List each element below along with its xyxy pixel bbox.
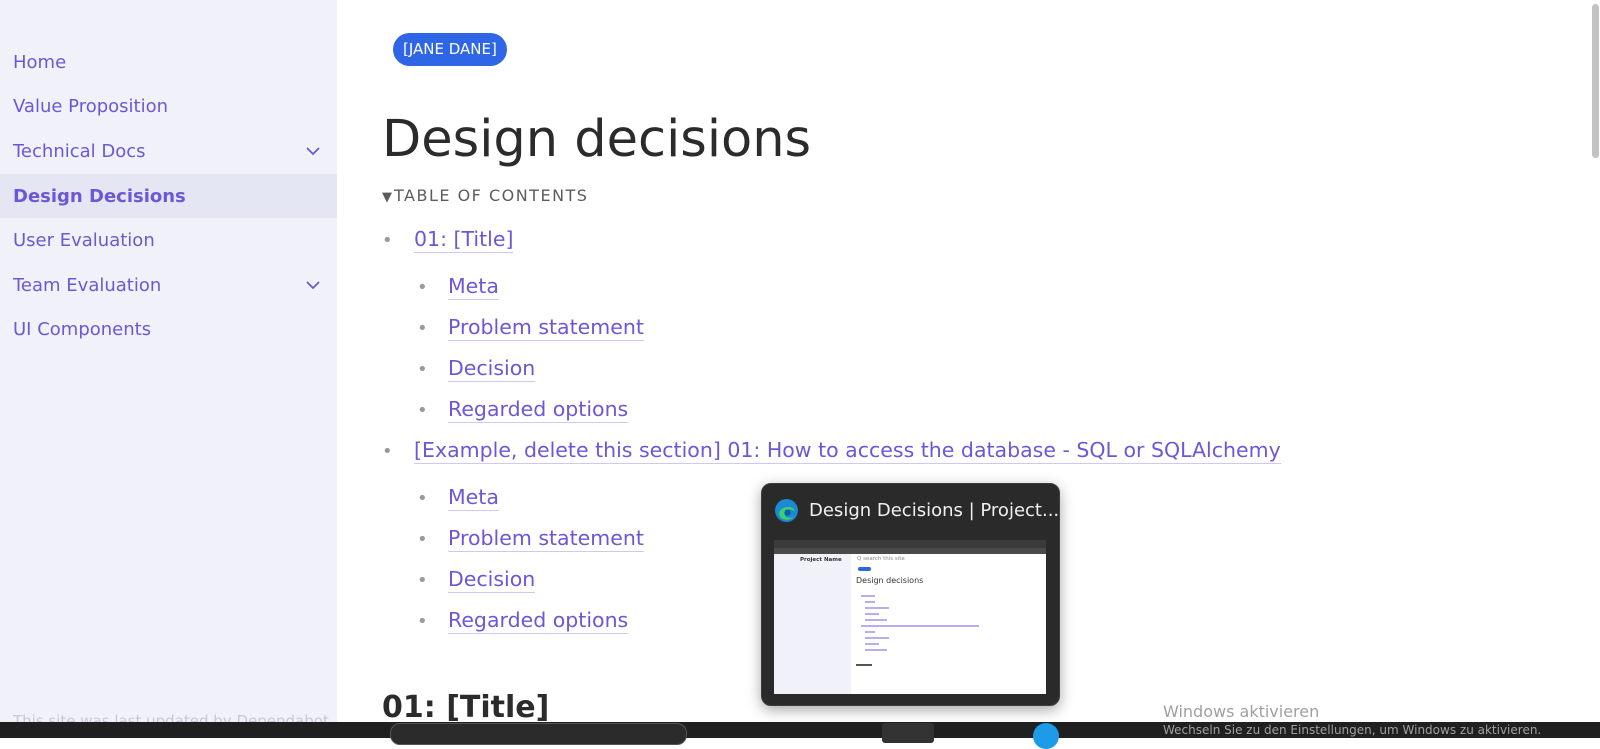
thumb-sidebar-title: Project Name <box>800 557 842 563</box>
toc-link[interactable]: Regarded options <box>448 608 629 634</box>
sidebar-item-technical-docs[interactable]: Technical Docs <box>0 129 337 174</box>
sidebar-item-team-evaluation[interactable]: Team Evaluation <box>0 263 337 308</box>
sidebar-nav: Home Value Proposition Technical Docs De… <box>0 40 337 352</box>
sidebar-item-home[interactable]: Home <box>0 40 337 85</box>
toc-link[interactable]: Meta <box>448 485 499 511</box>
thumb-line <box>865 601 875 603</box>
thumb-line <box>865 607 889 609</box>
bullet-icon: • <box>417 276 428 298</box>
chevron-down-icon[interactable] <box>305 143 321 159</box>
windows-activation-message: Wechseln Sie zu den Einstellungen, um Wi… <box>1163 723 1542 737</box>
thumb-line <box>865 619 887 621</box>
toc-link[interactable]: [Example, delete this section] 01: How t… <box>414 438 1281 464</box>
thumb-line <box>865 613 879 615</box>
page-title: Design decisions <box>382 110 812 169</box>
thumb-heading: Design decisions <box>856 576 924 585</box>
toc-link[interactable]: Regarded options <box>448 397 629 423</box>
thumb-badge <box>858 567 871 571</box>
bullet-icon: • <box>417 317 428 339</box>
toc-link[interactable]: 01: [Title] <box>414 227 514 253</box>
toc-subitem: • Meta <box>417 274 499 300</box>
bullet-icon: • <box>417 569 428 591</box>
sidebar-item-label: Home <box>13 51 67 73</box>
toc-subitem: • Regarded options <box>417 397 629 423</box>
taskbar-button[interactable] <box>882 723 934 743</box>
windows-activation-title: Windows aktivieren <box>1163 702 1320 721</box>
toc-label: TABLE OF CONTENTS <box>394 186 589 205</box>
toc-subitem: • Problem statement <box>417 526 644 552</box>
toc-subitem: • Problem statement <box>417 315 644 341</box>
toc-subitem: • Regarded options <box>417 608 629 634</box>
sidebar-item-value-proposition[interactable]: Value Proposition <box>0 85 337 130</box>
preview-thumbnail: Project Name Q search this site Design d… <box>774 540 1046 694</box>
author-badge: [JANE DANE] <box>393 33 507 66</box>
thumb-tabbar <box>774 540 1046 548</box>
edge-browser-icon <box>775 499 798 522</box>
thumb-line <box>865 631 875 633</box>
bullet-icon: • <box>417 399 428 421</box>
scrollbar-thumb[interactable] <box>1592 4 1599 158</box>
toc-subitem: • Decision <box>417 356 536 382</box>
sidebar-item-user-evaluation[interactable]: User Evaluation <box>0 218 337 263</box>
toc-link[interactable]: Meta <box>448 274 499 300</box>
bullet-icon: • <box>382 229 393 251</box>
sidebar-item-label: Design Decisions <box>13 185 186 207</box>
toc-toggle[interactable]: ▼ TABLE OF CONTENTS <box>382 186 588 205</box>
scrollbar[interactable] <box>1590 0 1600 738</box>
chevron-down-icon[interactable] <box>305 277 321 293</box>
toc-link[interactable]: Problem statement <box>448 526 644 552</box>
sidebar-item-label: Technical Docs <box>13 140 146 162</box>
bullet-icon: • <box>417 528 428 550</box>
toc-item: • [Example, delete this section] 01: How… <box>382 438 1281 464</box>
toc-subitem: • Decision <box>417 567 536 593</box>
toc-link[interactable]: Decision <box>448 567 536 593</box>
taskbar-search[interactable] <box>390 723 687 745</box>
section-title: 01: [Title] <box>382 690 550 725</box>
toc-item: • 01: [Title] <box>382 227 514 253</box>
thumb-line <box>865 643 879 645</box>
toc-link[interactable]: Decision <box>448 356 536 382</box>
preview-title: Design Decisions | Project... <box>809 500 1060 521</box>
thumb-line <box>861 625 979 627</box>
toc-link[interactable]: Problem statement <box>448 315 644 341</box>
sidebar-item-ui-components[interactable]: UI Components <box>0 308 337 353</box>
bullet-icon: • <box>417 358 428 380</box>
thumb-line <box>865 637 889 639</box>
toc-subitem: • Meta <box>417 485 499 511</box>
thumb-search: Q search this site <box>857 556 905 562</box>
taskbar-window-preview[interactable]: Design Decisions | Project... Project Na… <box>761 483 1060 706</box>
thumb-line <box>856 664 872 666</box>
sidebar: Home Value Proposition Technical Docs De… <box>0 0 337 738</box>
sidebar-item-label: UI Components <box>13 319 152 341</box>
thumb-line <box>865 649 887 651</box>
sidebar-item-label: Value Proposition <box>13 96 169 118</box>
bullet-icon: • <box>417 610 428 632</box>
sidebar-item-label: Team Evaluation <box>13 274 162 296</box>
preview-header: Design Decisions | Project... <box>774 498 1059 523</box>
bullet-icon: • <box>417 487 428 509</box>
triangle-down-icon: ▼ <box>382 190 392 205</box>
thumb-line <box>861 595 875 597</box>
sidebar-item-label: User Evaluation <box>13 230 155 252</box>
sidebar-item-design-decisions[interactable]: Design Decisions <box>0 173 337 219</box>
thumb-sidebar: Project Name <box>774 554 851 694</box>
taskbar-app-icon[interactable] <box>1033 723 1059 749</box>
bullet-icon: • <box>382 440 393 462</box>
